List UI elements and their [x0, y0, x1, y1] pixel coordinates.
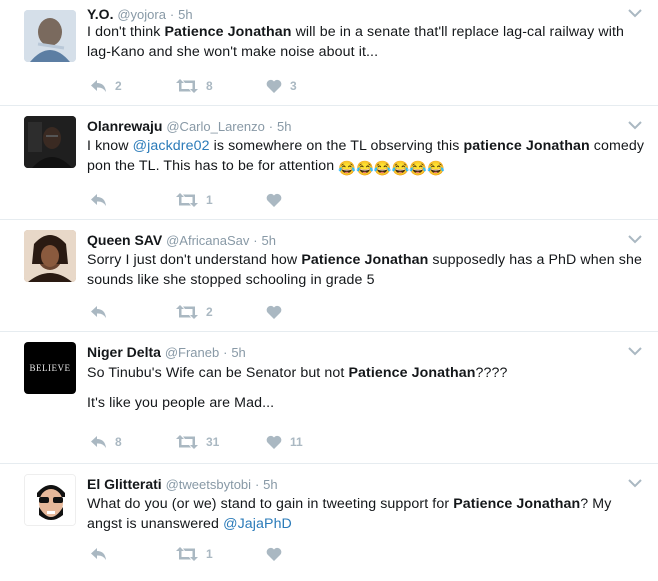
- heart-icon: [266, 193, 282, 207]
- highlighted-term: Patience Jonathan: [348, 365, 476, 381]
- reply-icon: [91, 548, 106, 560]
- tweet-header: Niger Delta @Franeb · 5h: [87, 344, 246, 360]
- retweet-count: 1: [206, 547, 213, 561]
- retweet-icon: [176, 79, 198, 93]
- reply-button[interactable]: [90, 302, 115, 322]
- retweet-button[interactable]: 2: [176, 302, 213, 322]
- author-handle[interactable]: @Carlo_Larenzo: [166, 119, 264, 134]
- like-count: 3: [290, 79, 297, 93]
- author-handle[interactable]: @tweetsbytobi: [166, 477, 251, 492]
- avatar-logo-text: BELIEVE: [29, 363, 71, 373]
- retweet-button[interactable]: 1: [176, 190, 213, 210]
- heart-icon: [266, 79, 282, 93]
- chevron-down-icon[interactable]: [628, 234, 642, 244]
- reply-icon: [91, 80, 106, 92]
- highlighted-term: Patience Jonathan: [453, 496, 581, 512]
- chevron-down-icon[interactable]: [628, 120, 642, 130]
- retweet-button[interactable]: 8: [176, 76, 213, 96]
- heart-icon: [266, 547, 282, 561]
- timestamp[interactable]: 5h: [277, 119, 291, 134]
- retweet-count: 8: [206, 79, 213, 93]
- retweet-icon: [176, 193, 198, 207]
- tweet-line: So Tinubu's Wife can be Senator but not …: [87, 365, 508, 381]
- heart-icon: [266, 435, 282, 449]
- author-name[interactable]: Niger Delta: [87, 344, 161, 360]
- tweet[interactable]: El Glitterati @tweetsbytobi · 5h What do…: [0, 464, 658, 581]
- reply-icon: [91, 306, 106, 318]
- separator-dot: ·: [268, 119, 274, 134]
- retweet-count: 1: [206, 193, 213, 207]
- tweet-text: I know @jackdre02 is somewhere on the TL…: [87, 138, 645, 177]
- chevron-down-icon[interactable]: [628, 8, 642, 18]
- author-handle[interactable]: @Franeb: [165, 345, 219, 360]
- like-button[interactable]: [266, 544, 290, 564]
- avatar[interactable]: [24, 116, 76, 168]
- separator-dot: ·: [169, 7, 175, 22]
- retweet-icon: [176, 547, 198, 561]
- tweet[interactable]: Y.O. @yojora · 5h I don't think Patience…: [0, 0, 658, 106]
- tweet-timeline: Y.O. @yojora · 5h I don't think Patience…: [0, 0, 658, 581]
- mention-link[interactable]: @jackdre02: [133, 138, 210, 154]
- tweet-header: Queen SAV @AfricanaSav · 5h: [87, 232, 276, 248]
- reply-button[interactable]: [90, 544, 115, 564]
- retweet-count: 31: [206, 435, 220, 449]
- like-button[interactable]: [266, 302, 290, 322]
- highlighted-term: patience Jonathan: [463, 138, 590, 154]
- heart-icon: [266, 305, 282, 319]
- tweet-text: What do you (or we) stand to gain in twe…: [87, 496, 612, 532]
- tweet-text: Sorry I just don't understand how Patien…: [87, 252, 642, 288]
- author-name[interactable]: Olanrewaju: [87, 118, 162, 134]
- separator-dot: ·: [254, 477, 260, 492]
- tweet-header: El Glitterati @tweetsbytobi · 5h: [87, 476, 278, 492]
- reply-button[interactable]: [90, 190, 115, 210]
- author-handle[interactable]: @yojora: [117, 7, 166, 22]
- tweet[interactable]: BELIEVE Niger Delta @Franeb · 5h So Tinu…: [0, 332, 658, 464]
- timestamp[interactable]: 5h: [263, 477, 277, 492]
- avatar[interactable]: [24, 10, 76, 62]
- timestamp[interactable]: 5h: [262, 233, 276, 248]
- tweet-header: Y.O. @yojora · 5h: [87, 6, 193, 22]
- reply-icon: [91, 194, 106, 206]
- author-handle[interactable]: @AfricanaSav: [166, 233, 249, 248]
- author-name[interactable]: Queen SAV: [87, 232, 162, 248]
- separator-dot: ·: [223, 345, 228, 360]
- chevron-down-icon[interactable]: [628, 478, 642, 488]
- retweet-button[interactable]: 31: [176, 432, 219, 452]
- timestamp[interactable]: 5h: [231, 345, 245, 360]
- avatar[interactable]: BELIEVE: [24, 342, 76, 394]
- mention-link[interactable]: @JajaPhD: [223, 516, 292, 532]
- reply-count: 8: [115, 435, 122, 449]
- tweet[interactable]: Queen SAV @AfricanaSav · 5h Sorry I just…: [0, 220, 658, 332]
- like-button[interactable]: 3: [266, 76, 297, 96]
- chevron-down-icon[interactable]: [628, 346, 642, 356]
- avatar[interactable]: [24, 474, 76, 526]
- tweet-header: Olanrewaju @Carlo_Larenzo · 5h: [87, 118, 291, 134]
- retweet-count: 2: [206, 305, 213, 319]
- highlighted-term: Patience Jonathan: [301, 252, 429, 268]
- tweet-text: I don't think Patience Jonathan will be …: [87, 24, 625, 60]
- author-name[interactable]: El Glitterati: [87, 476, 162, 492]
- reply-count: 2: [115, 79, 122, 93]
- timestamp[interactable]: 5h: [178, 7, 192, 22]
- like-button[interactable]: 11: [266, 432, 303, 452]
- retweet-icon: [176, 305, 198, 319]
- reply-button[interactable]: 2: [90, 76, 122, 96]
- author-name[interactable]: Y.O.: [87, 6, 113, 22]
- tweet-text: So Tinubu's Wife can be Senator but not …: [87, 363, 647, 413]
- highlighted-term: Patience Jonathan: [164, 24, 292, 40]
- avatar[interactable]: [24, 230, 76, 282]
- retweet-icon: [176, 435, 198, 449]
- tweet[interactable]: Olanrewaju @Carlo_Larenzo · 5h I know @j…: [0, 106, 658, 220]
- retweet-button[interactable]: 1: [176, 544, 213, 564]
- like-count: 11: [290, 435, 303, 449]
- tweet-line: It's like you people are Mad...: [87, 395, 275, 411]
- reply-icon: [91, 436, 106, 448]
- laughing-emoji: 😂😂😂😂😂😂: [338, 161, 445, 177]
- reply-button[interactable]: 8: [90, 432, 122, 452]
- separator-dot: ·: [253, 233, 258, 248]
- like-button[interactable]: [266, 190, 290, 210]
